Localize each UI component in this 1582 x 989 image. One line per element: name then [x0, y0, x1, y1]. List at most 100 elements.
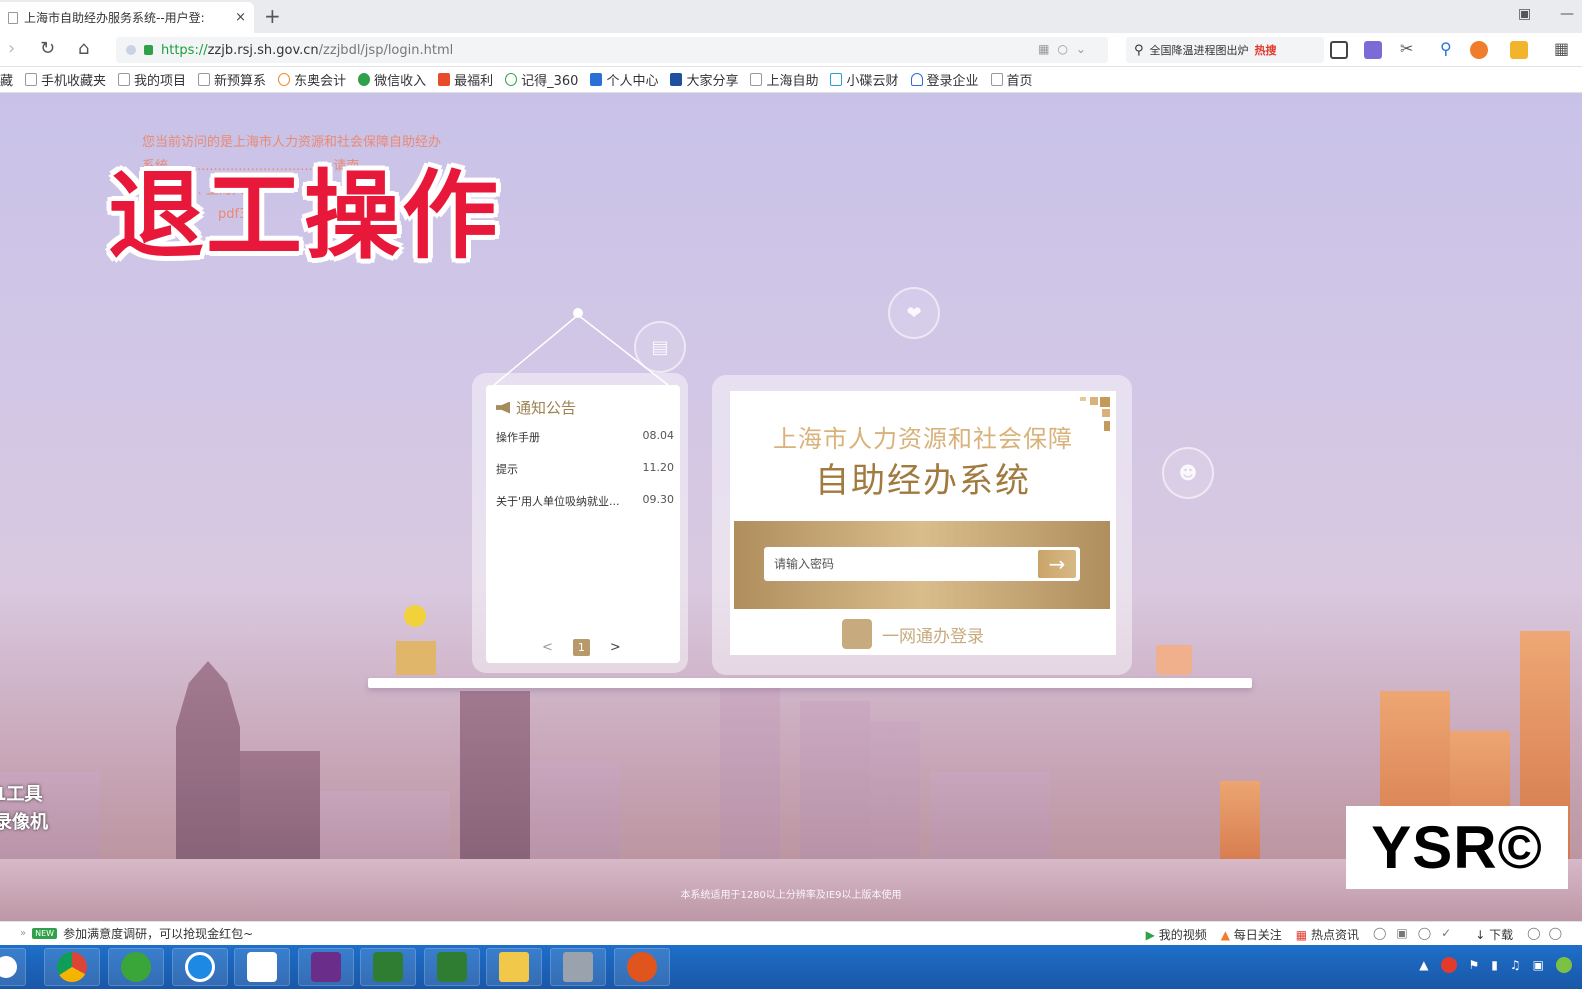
taskbar-ie[interactable]: [108, 948, 164, 986]
person-id-icon: [842, 619, 872, 649]
bookmark-item[interactable]: 大家分享: [670, 70, 738, 89]
video-link[interactable]: ▶ 我的视频: [1146, 926, 1207, 943]
taskbar-excel-2[interactable]: [424, 948, 480, 986]
chrome-icon: [57, 952, 87, 982]
notice-item[interactable]: 关于'用人单位吸纳就业... 09.30: [496, 493, 674, 509]
url-path: /zzjbdl/jsp/login.html: [318, 42, 454, 58]
translate-icon[interactable]: [1364, 41, 1382, 59]
bookmark-item[interactable]: 东奥会计: [278, 70, 346, 89]
taskbar-sogou[interactable]: [172, 948, 228, 986]
magnifier-icon[interactable]: ⚲: [1440, 39, 1452, 59]
screenshot-icon[interactable]: [1330, 41, 1348, 59]
bookmark-item[interactable]: 小碟云财: [830, 70, 899, 89]
notice-item[interactable]: 提示 11.20: [496, 461, 674, 477]
survey-link[interactable]: 参加满意度调研，可以抢现金红包~: [63, 925, 253, 942]
volume-icon[interactable]: ♫: [1510, 958, 1521, 972]
bookmark-item[interactable]: 登录企业: [910, 70, 979, 89]
game-icon[interactable]: [1470, 41, 1488, 59]
forward-icon[interactable]: ›: [8, 39, 15, 59]
bookmark-item[interactable]: 新预算系: [198, 70, 266, 89]
tab-title: 上海市自助经办服务系统--用户登:: [24, 11, 205, 25]
battery-icon[interactable]: ▮: [1491, 958, 1498, 972]
bookmark-item[interactable]: 手机收藏夹: [25, 70, 106, 89]
site-icon: [278, 73, 291, 86]
daily-link[interactable]: ▲ 每日关注: [1221, 926, 1282, 943]
spreadsheet-icon: [373, 952, 403, 982]
notice-header: 通知公告: [496, 397, 576, 418]
taskbar-excel-1[interactable]: [360, 948, 416, 986]
news-link[interactable]: ▦ 热点资讯: [1296, 926, 1359, 943]
notice-item[interactable]: 操作手册 08.04: [496, 429, 674, 445]
bookmark-item[interactable]: 我的项目: [118, 70, 186, 89]
bookmark-item[interactable]: 记得_360: [505, 70, 578, 89]
app-icon: [247, 952, 277, 982]
taskbar-chrome[interactable]: [44, 948, 100, 986]
flag-icon[interactable]: ⚑: [1469, 958, 1480, 972]
page-icon: [198, 73, 211, 86]
current-page-button[interactable]: 1: [572, 639, 590, 656]
login-form: →: [734, 521, 1110, 609]
grid-icon[interactable]: ▦: [1554, 39, 1569, 59]
login-submit-button[interactable]: →: [1034, 547, 1080, 581]
shield-badge-icon[interactable]: [1510, 41, 1528, 59]
calculator-icon: [563, 952, 593, 982]
recorder-icon: [627, 952, 657, 982]
bookmark-item[interactable]: 个人中心: [590, 70, 658, 89]
start-button[interactable]: [0, 948, 26, 986]
reload-icon[interactable]: ↻: [40, 39, 55, 59]
scissors-icon[interactable]: ✂: [1400, 39, 1413, 59]
collapse-icon[interactable]: »: [20, 928, 26, 939]
status-tool-icons[interactable]: ◯▣◯✓: [1373, 926, 1461, 943]
phone-icon: [25, 73, 38, 86]
new-badge: NEW: [32, 928, 58, 939]
new-tab-button[interactable]: +: [264, 4, 281, 28]
ie-icon: [121, 952, 151, 982]
address-bar[interactable]: https://zzjb.rsj.sh.gov.cn/zzjbdl/jsp/lo…: [116, 37, 1108, 63]
bookmark-item[interactable]: 首页: [990, 70, 1033, 89]
s-browser-icon: [185, 952, 215, 982]
flower-icon: [404, 605, 426, 627]
taskbar-recorder[interactable]: [614, 948, 670, 986]
address-bar-icons[interactable]: ▦○⌄: [1038, 42, 1094, 56]
login-page: 您当前访问的是上海市人力资源和社会保障自助经办 系统 .............…: [0, 93, 1582, 921]
bookmark-item[interactable]: 藏: [0, 70, 13, 89]
tray-status-icon[interactable]: [1556, 957, 1572, 973]
network-icon[interactable]: ▣: [1533, 958, 1544, 972]
nav-bar: › ↻ ⌂ https://zzjb.rsj.sh.gov.cn/zzjbdl/…: [0, 33, 1582, 67]
status-more-icons[interactable]: ◯◯: [1527, 926, 1570, 943]
minimize-icon[interactable]: —: [1560, 6, 1574, 22]
password-input[interactable]: [764, 547, 1034, 581]
site-icon: [505, 73, 518, 86]
close-tab-icon[interactable]: ×: [235, 10, 246, 25]
bookmark-item[interactable]: 微信收入: [358, 70, 426, 89]
tray-expand-icon[interactable]: ▲: [1419, 958, 1428, 972]
next-page-button[interactable]: >: [610, 640, 621, 655]
taskbar-pdf[interactable]: [298, 948, 354, 986]
shirt-icon[interactable]: ▣: [1518, 6, 1531, 22]
tray-app-icon[interactable]: [1440, 957, 1457, 973]
one-net-login-link[interactable]: 一网通办登录: [842, 619, 984, 649]
watermark-logo: YSR©: [1346, 806, 1568, 889]
browser-tab[interactable]: 上海市自助经办服务系统--用户登: ×: [0, 2, 254, 33]
bookmark-item[interactable]: 上海自助: [750, 70, 818, 89]
pdf-icon: [311, 952, 341, 982]
site-icon: [590, 73, 603, 86]
status-right-items: ▶ 我的视频 ▲ 每日关注 ▦ 热点资讯 ◯▣◯✓ ↓ 下载 ◯◯: [1146, 926, 1570, 943]
bookmark-item[interactable]: 最福利: [438, 70, 493, 89]
windows-taskbar: ▲ ⚑ ▮ ♫ ▣: [0, 945, 1582, 989]
download-link[interactable]: ↓ 下载: [1475, 926, 1513, 943]
url-text: https://zzjb.rsj.sh.gov.cn/zzjbdl/jsp/lo…: [161, 43, 453, 58]
cloud-icon: [910, 73, 923, 86]
shelf-decor: [368, 678, 1252, 688]
taskbar-app[interactable]: [234, 948, 290, 986]
start-icon: [0, 956, 17, 978]
prev-page-button[interactable]: <: [542, 640, 553, 655]
notice-pager: < 1 >: [542, 639, 621, 656]
download-icon: ↓: [1475, 928, 1486, 942]
taskbar-explorer[interactable]: [486, 948, 542, 986]
taskbar-calculator[interactable]: [550, 948, 606, 986]
search-icon: ⚲: [1134, 42, 1144, 58]
search-box[interactable]: ⚲ 全国降温进程图出炉 热搜: [1126, 37, 1324, 63]
home-icon[interactable]: ⌂: [78, 39, 89, 59]
login-card: 上海市人力资源和社会保障 自助经办系统 → 一网通办登录: [730, 391, 1116, 655]
